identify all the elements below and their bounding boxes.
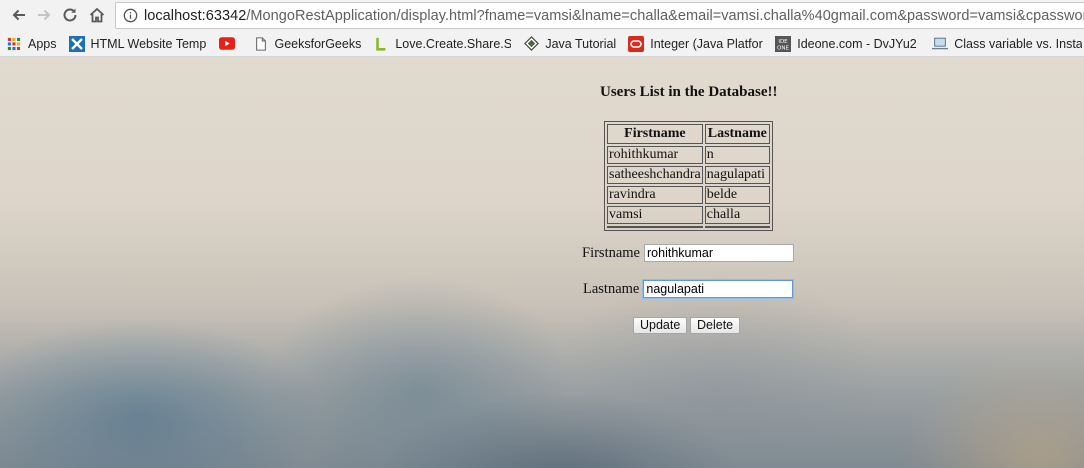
bookmarks-bar: Apps HTML Website Templa GeeksforGeeks L… — [0, 31, 1084, 57]
url-path: /MongoRestApplication/display.html?fname… — [246, 7, 1084, 24]
forward-button[interactable] — [33, 4, 55, 26]
love-create-share-icon — [373, 36, 389, 52]
lastname-label: Lastname — [583, 280, 640, 297]
users-table: Firstname Lastname rohithkumar n sathees… — [604, 121, 773, 231]
cell-empty — [704, 226, 770, 228]
bookmark-label: GeeksforGeeks — [274, 36, 362, 51]
bookmark-ideone[interactable]: IDE ONE Ideone.com - DvJYu2 — [769, 31, 926, 56]
bookmark-label: Ideone.com - DvJYu2 — [797, 36, 917, 51]
table-row: ravindra belde — [607, 186, 770, 204]
laptop-icon — [932, 36, 949, 52]
cell-lastname: belde — [704, 186, 770, 204]
arrow-left-icon — [12, 9, 25, 21]
table-row-empty — [607, 226, 770, 228]
home-icon — [89, 7, 105, 23]
page-icon — [253, 36, 269, 52]
cell-lastname: nagulapati — [704, 166, 770, 184]
home-button[interactable] — [86, 4, 108, 26]
bookmark-html-templates[interactable]: HTML Website Templa — [63, 31, 213, 56]
cell-empty — [607, 226, 703, 228]
browser-toolbar: localhost:63342/MongoRestApplication/dis… — [0, 0, 1084, 31]
ideone-icon: IDE ONE — [775, 35, 792, 52]
info-icon[interactable] — [123, 8, 138, 23]
cell-firstname: satheeshchandra — [607, 166, 703, 184]
reload-button[interactable] — [59, 4, 81, 26]
cell-firstname: rohithkumar — [607, 146, 703, 164]
column-header-lastname: Lastname — [704, 124, 770, 144]
bookmark-label: Apps — [28, 36, 57, 51]
bookmark-youtube[interactable] — [213, 31, 247, 56]
table-header-row: Firstname Lastname — [607, 124, 770, 144]
page-viewport: Users List in the Database!! Firstname L… — [0, 57, 1084, 468]
page-title: Users List in the Database!! — [600, 84, 778, 100]
cell-lastname: n — [704, 146, 770, 164]
bookmark-label: Love.Create.Share.Sho — [395, 36, 512, 51]
svg-text:ONE: ONE — [777, 45, 789, 51]
bookmark-class-variable[interactable]: Class variable vs. Insta — [926, 31, 1084, 56]
bookmark-label: Integer (Java Platform — [650, 36, 764, 51]
delete-button[interactable]: Delete — [690, 317, 741, 334]
bookmark-java-tutorial[interactable]: Java Tutorial — [517, 31, 622, 56]
bookmark-love-create-share[interactable]: Love.Create.Share.Sho — [367, 31, 517, 56]
bookmark-integer-java[interactable]: Integer (Java Platform — [622, 31, 769, 56]
bookmark-label: Java Tutorial — [545, 36, 617, 51]
firstname-label: Firstname — [582, 244, 640, 261]
table-row: satheeshchandra nagulapati — [607, 166, 770, 184]
reload-icon — [63, 8, 77, 22]
firstname-input[interactable] — [644, 244, 794, 262]
table-row: vamsi challa — [607, 206, 770, 224]
url-text: localhost:63342/MongoRestApplication/dis… — [144, 8, 1084, 24]
youtube-icon — [218, 36, 235, 52]
back-button[interactable] — [8, 4, 30, 26]
cell-lastname: challa — [704, 206, 770, 224]
cell-firstname: ravindra — [607, 186, 703, 204]
oracle-icon — [628, 35, 645, 52]
arrow-right-icon — [38, 9, 51, 21]
svg-text:IDE: IDE — [779, 39, 789, 45]
bookmark-geeksforgeeks[interactable]: GeeksforGeeks — [247, 31, 368, 56]
address-bar[interactable]: localhost:63342/MongoRestApplication/dis… — [115, 2, 1084, 29]
bookmark-label: HTML Website Templa — [90, 36, 207, 51]
table-row: rohithkumar n — [607, 146, 770, 164]
column-header-firstname: Firstname — [607, 124, 703, 144]
update-button[interactable]: Update — [633, 317, 688, 334]
cell-firstname: vamsi — [607, 206, 703, 224]
firstname-row: Firstname — [582, 244, 794, 262]
bookmark-label: Class variable vs. Insta — [954, 36, 1083, 51]
apps-grid-icon — [6, 36, 22, 52]
html-template-icon — [68, 35, 85, 52]
lastname-row: Lastname — [583, 280, 794, 298]
url-host: localhost:63342 — [144, 7, 247, 24]
lastname-input[interactable] — [643, 280, 794, 298]
java-tutorial-icon — [523, 36, 539, 52]
bookmark-apps[interactable]: Apps — [0, 31, 63, 56]
